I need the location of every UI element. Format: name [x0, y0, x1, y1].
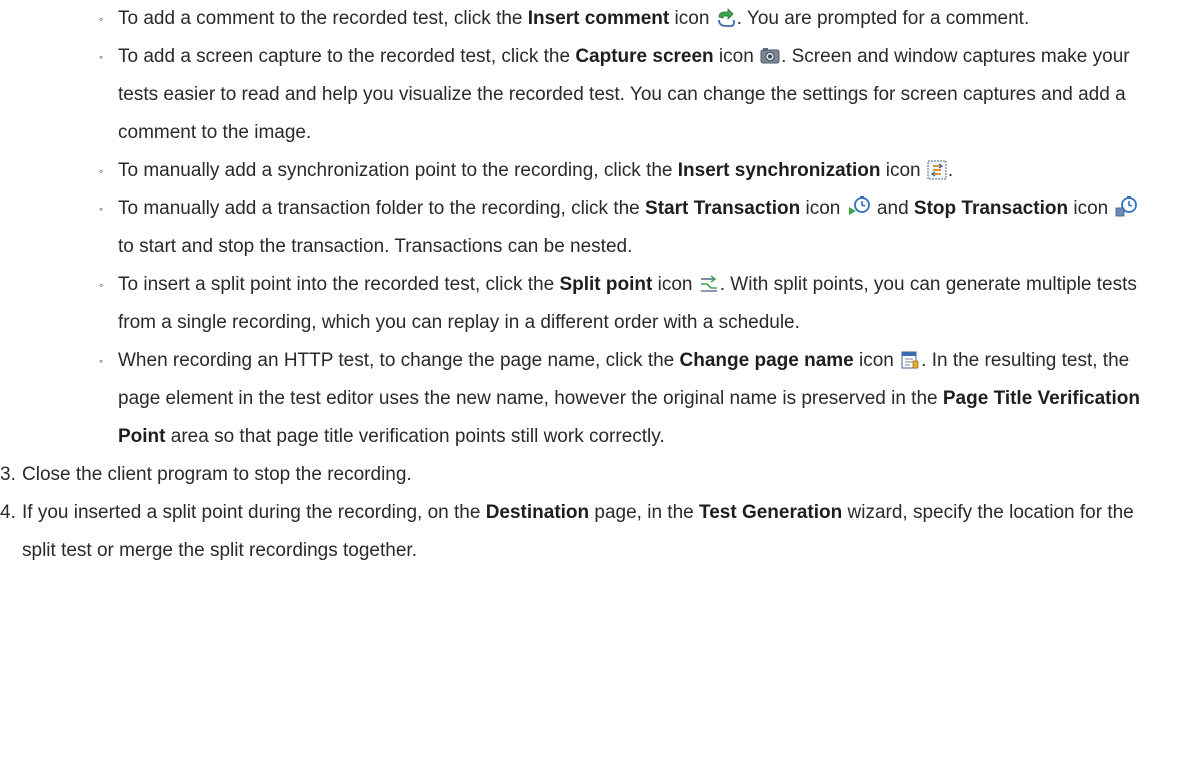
bullet: ◦ — [99, 164, 104, 178]
list-item-capture-screen: ◦ To add a screen capture to the recorde… — [0, 38, 1195, 152]
start-transaction-icon — [847, 195, 871, 219]
item-text: icon — [880, 160, 926, 181]
split-point-icon — [699, 274, 719, 294]
item-text: area so that page title verification poi… — [165, 426, 665, 447]
stop-transaction-label: Stop Transaction — [913, 198, 1069, 219]
bullet: ◦ — [99, 202, 104, 216]
step-text: page, in the — [589, 502, 700, 523]
bullet: ◦ — [99, 12, 104, 26]
item-text: icon — [652, 274, 698, 295]
item-text: . — [947, 160, 954, 181]
step-text: Close the client program to stop the rec… — [22, 464, 412, 485]
change-page-name-icon — [900, 350, 920, 370]
list-item-split-point: ◦ To insert a split point into the recor… — [0, 266, 1195, 342]
insert-comment-icon — [716, 8, 736, 28]
item-text: icon — [853, 350, 900, 371]
item-text: To insert a split point into the recorde… — [118, 274, 560, 295]
item-text: icon — [800, 198, 846, 219]
capture-screen-label: Capture screen — [575, 46, 714, 67]
sub-step-list: ◦ To add a comment to the recorded test,… — [0, 0, 1195, 456]
split-point-label: Split point — [559, 274, 653, 295]
item-text: To manually add a synchronization point … — [118, 160, 678, 181]
item-text: To add a screen capture to the recorded … — [118, 46, 576, 67]
stop-transaction-icon — [1114, 195, 1138, 219]
bullet: ◦ — [99, 50, 104, 64]
step-number: 4. — [0, 502, 16, 523]
list-item-transaction: ◦ To manually add a transaction folder t… — [0, 190, 1195, 266]
insert-synchronization-label: Insert synchronization — [677, 160, 881, 181]
item-text: When recording an HTTP test, to change t… — [118, 350, 680, 371]
list-item-change-page-name: ◦ When recording an HTTP test, to change… — [0, 342, 1195, 456]
capture-screen-icon — [760, 46, 780, 66]
step-text: If you inserted a split point during the… — [22, 502, 486, 523]
bullet: ◦ — [99, 354, 104, 368]
step-4: 4. If you inserted a split point during … — [0, 494, 1195, 570]
item-text: to start and stop the transaction. Trans… — [118, 236, 633, 257]
step-list: 3. Close the client program to stop the … — [0, 456, 1195, 570]
step-number: 3. — [0, 464, 16, 485]
start-transaction-label: Start Transaction — [645, 198, 801, 219]
item-text: icon — [713, 46, 760, 67]
item-text: . You are prompted for a comment. — [736, 8, 1030, 29]
list-item-insert-comment: ◦ To add a comment to the recorded test,… — [0, 0, 1195, 38]
step-3: 3. Close the client program to stop the … — [0, 456, 1195, 494]
item-text: and — [871, 198, 914, 219]
change-page-name-label: Change page name — [679, 350, 854, 371]
document-page: ◦ To add a comment to the recorded test,… — [0, 0, 1195, 570]
insert-comment-label: Insert comment — [527, 8, 670, 29]
item-text: icon — [1068, 198, 1114, 219]
item-text: icon — [669, 8, 715, 29]
item-text: To manually add a transaction folder to … — [118, 198, 646, 219]
destination-label: Destination — [485, 502, 590, 523]
list-item-insert-synchronization: ◦ To manually add a synchronization poin… — [0, 152, 1195, 190]
bullet: ◦ — [99, 278, 104, 292]
item-text: To add a comment to the recorded test, c… — [118, 8, 528, 29]
insert-synchronization-icon — [927, 160, 947, 180]
test-generation-label: Test Generation — [699, 502, 843, 523]
